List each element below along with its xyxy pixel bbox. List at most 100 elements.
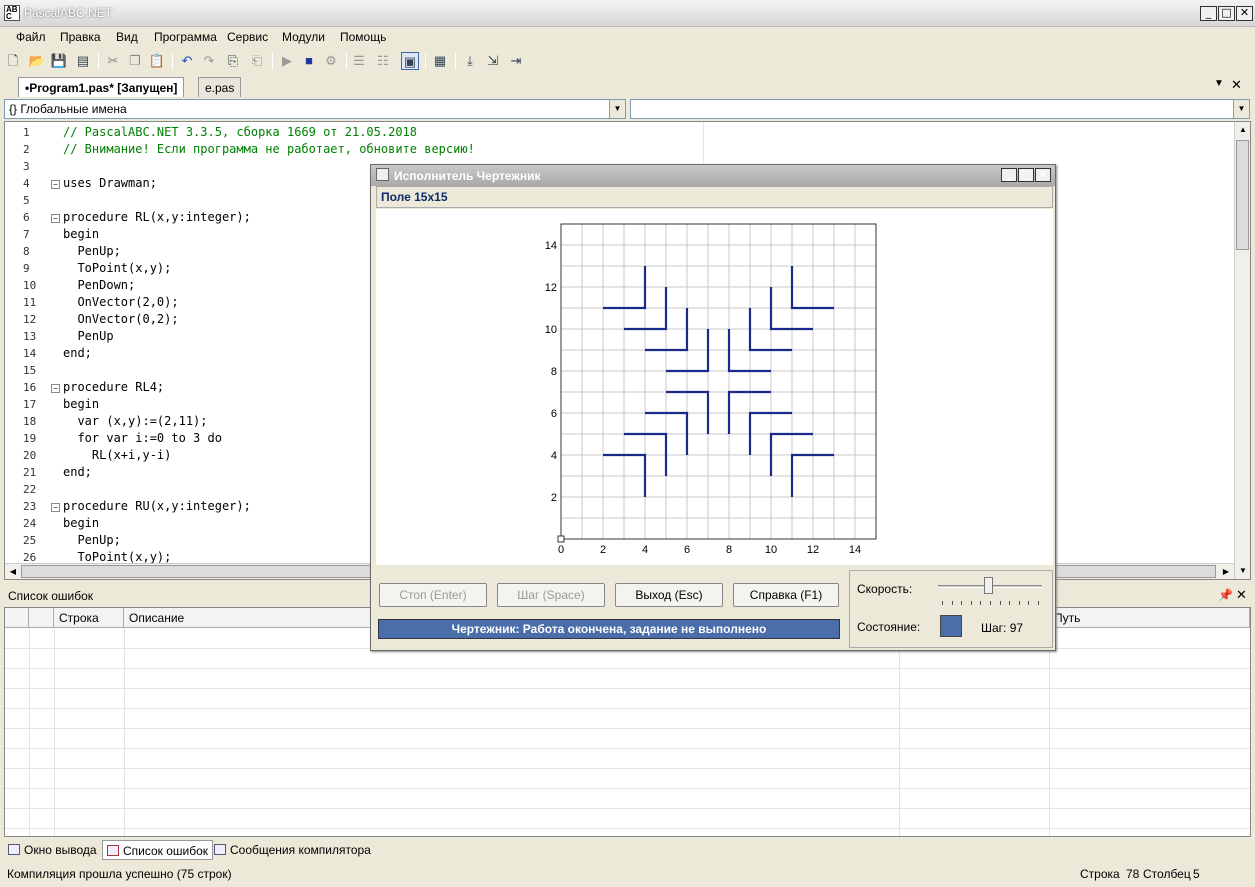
scroll-up-icon[interactable]: ▲: [1235, 122, 1250, 138]
members-dropdown[interactable]: ▼: [630, 99, 1250, 119]
line-number: 13: [23, 330, 37, 343]
col-header-line[interactable]: Строка: [54, 608, 124, 628]
menu-file[interactable]: Файл: [16, 30, 46, 44]
fold-toggle-icon[interactable]: −: [51, 214, 60, 223]
stop-button[interactable]: Стоп (Enter): [379, 583, 487, 607]
redo-icon[interactable]: ↷: [200, 52, 218, 70]
globals-dropdown[interactable]: {} Глобальные имена ▼: [4, 99, 626, 119]
stop-icon[interactable]: ■: [300, 52, 318, 70]
maximize-button[interactable]: □: [1218, 6, 1235, 21]
paste-icon[interactable]: 📋: [148, 52, 166, 70]
drawman-close-button[interactable]: ✕: [1035, 168, 1051, 182]
line-number: 10: [23, 279, 37, 292]
uncomment-icon[interactable]: ☷: [374, 52, 392, 70]
help-button[interactable]: Справка (F1): [733, 583, 839, 607]
menu-service[interactable]: Сервис: [227, 30, 268, 44]
drawman-grid-chart: 0 2 2 4 4 6 6 8 8 10 10 12 12 14 14: [545, 223, 877, 556]
console-icon[interactable]: ▣: [401, 52, 419, 70]
tab-errors-list[interactable]: Список ошибок: [102, 840, 214, 860]
fold-toggle-icon[interactable]: −: [51, 503, 60, 512]
run-icon[interactable]: ▶: [278, 52, 296, 70]
fold-toggle-icon[interactable]: −: [51, 180, 60, 189]
code-line[interactable]: // PascalABC.NET 3.3.5, сборка 1669 от 2…: [63, 125, 417, 139]
menu-program[interactable]: Программа: [154, 30, 217, 44]
tab-compiler-messages[interactable]: Сообщения компилятора: [210, 840, 375, 860]
scroll-down-icon[interactable]: ▼: [1235, 563, 1250, 579]
code-line[interactable]: PenUp;: [63, 533, 120, 547]
replace-icon[interactable]: ⎗: [248, 52, 266, 70]
x-tick-label: 12: [807, 544, 819, 556]
code-line[interactable]: ToPoint(x,y);: [63, 550, 171, 564]
copy-icon[interactable]: ❐: [126, 52, 144, 70]
editor-vertical-scrollbar[interactable]: ▲ ▼: [1234, 122, 1250, 579]
code-line[interactable]: begin: [63, 397, 99, 411]
code-line[interactable]: PenUp: [63, 329, 113, 343]
pin-icon[interactable]: 📌: [1218, 588, 1233, 602]
close-button[interactable]: ✕: [1236, 6, 1253, 21]
scroll-left-icon[interactable]: ◀: [5, 564, 21, 579]
tab-label: Окно вывода: [24, 843, 97, 857]
code-line[interactable]: begin: [63, 227, 99, 241]
debug-run-icon[interactable]: ⇥: [507, 52, 525, 70]
y-tick-label: 14: [545, 240, 557, 252]
code-line[interactable]: PenDown;: [63, 278, 135, 292]
scroll-thumb[interactable]: [1236, 140, 1249, 250]
menu-edit[interactable]: Правка: [60, 30, 101, 44]
code-line[interactable]: procedure RU(x,y:integer);: [63, 499, 251, 513]
close-panel-icon[interactable]: ✕: [1236, 587, 1247, 603]
drawman-status-bar: Чертежник: Работа окончена, задание не в…: [378, 619, 840, 639]
menu-modules[interactable]: Модули: [282, 30, 325, 44]
drawman-title-bar[interactable]: Исполнитель Чертежник _ □ ✕: [371, 165, 1055, 186]
step-button[interactable]: Шаг (Space): [497, 583, 605, 607]
code-line[interactable]: for var i:=0 to 3 do: [63, 431, 222, 445]
tab-list-chevron-icon[interactable]: ▼: [1214, 78, 1224, 89]
close-tab-icon[interactable]: ✕: [1231, 77, 1242, 93]
drawman-minimize-button[interactable]: _: [1001, 168, 1017, 182]
col-header-icon[interactable]: [5, 608, 29, 628]
tab-program1[interactable]: •Program1.pas* [Запущен]: [18, 77, 185, 97]
code-line[interactable]: end;: [63, 465, 92, 479]
exit-button[interactable]: Выход (Esc): [615, 583, 723, 607]
code-line[interactable]: procedure RL4;: [63, 380, 164, 394]
line-number: 21: [23, 466, 37, 479]
menu-view[interactable]: Вид: [116, 30, 138, 44]
find-icon[interactable]: ⎘: [224, 52, 242, 70]
debug-step-icon[interactable]: ⤓: [461, 52, 479, 70]
tab-e-pas[interactable]: e.pas: [198, 77, 242, 97]
code-line[interactable]: RL(x+i,y-i): [63, 448, 171, 462]
debug-stepin-icon[interactable]: ⇲: [484, 52, 502, 70]
cut-icon[interactable]: ✂: [104, 52, 122, 70]
save-all-icon[interactable]: ▤: [74, 52, 92, 70]
step-counter: Шаг: 97: [981, 621, 1024, 635]
code-line[interactable]: // Внимание! Если программа не работает,…: [63, 142, 475, 156]
code-line[interactable]: begin: [63, 516, 99, 530]
y-tick-label: 2: [551, 492, 557, 504]
minimize-button[interactable]: _: [1200, 6, 1217, 21]
tab-output-window[interactable]: Окно вывода: [4, 840, 101, 860]
line-number: 7: [23, 228, 30, 241]
drawman-maximize-button[interactable]: □: [1018, 168, 1034, 182]
line-number: 11: [23, 296, 37, 309]
code-line[interactable]: ToPoint(x,y);: [63, 261, 171, 275]
fold-toggle-icon[interactable]: −: [51, 384, 60, 393]
col-header-path[interactable]: Путь: [1049, 608, 1250, 628]
comment-icon[interactable]: ☰: [350, 52, 368, 70]
menu-help[interactable]: Помощь: [340, 30, 386, 44]
scroll-right-icon[interactable]: ▶: [1218, 564, 1234, 579]
col-header-type[interactable]: [29, 608, 54, 628]
form-designer-icon[interactable]: ▦: [431, 52, 449, 70]
code-line[interactable]: OnVector(2,0);: [63, 295, 178, 309]
code-line[interactable]: OnVector(0,2);: [63, 312, 178, 326]
save-icon[interactable]: 💾: [50, 52, 68, 70]
code-line[interactable]: uses Drawman;: [63, 176, 157, 190]
undo-icon[interactable]: ↶: [178, 52, 196, 70]
compile-icon[interactable]: ⚙: [322, 52, 340, 70]
code-line[interactable]: PenUp;: [63, 244, 120, 258]
menu-bar: Файл Правка Вид Программа Сервис Модули …: [0, 27, 1255, 47]
code-line[interactable]: var (x,y):=(2,11);: [63, 414, 207, 428]
open-folder-icon[interactable]: 📂: [28, 52, 46, 70]
new-file-icon[interactable]: 🗋: [4, 52, 22, 70]
speed-slider-thumb[interactable]: [984, 577, 993, 594]
code-line[interactable]: procedure RL(x,y:integer);: [63, 210, 251, 224]
code-line[interactable]: end;: [63, 346, 92, 360]
